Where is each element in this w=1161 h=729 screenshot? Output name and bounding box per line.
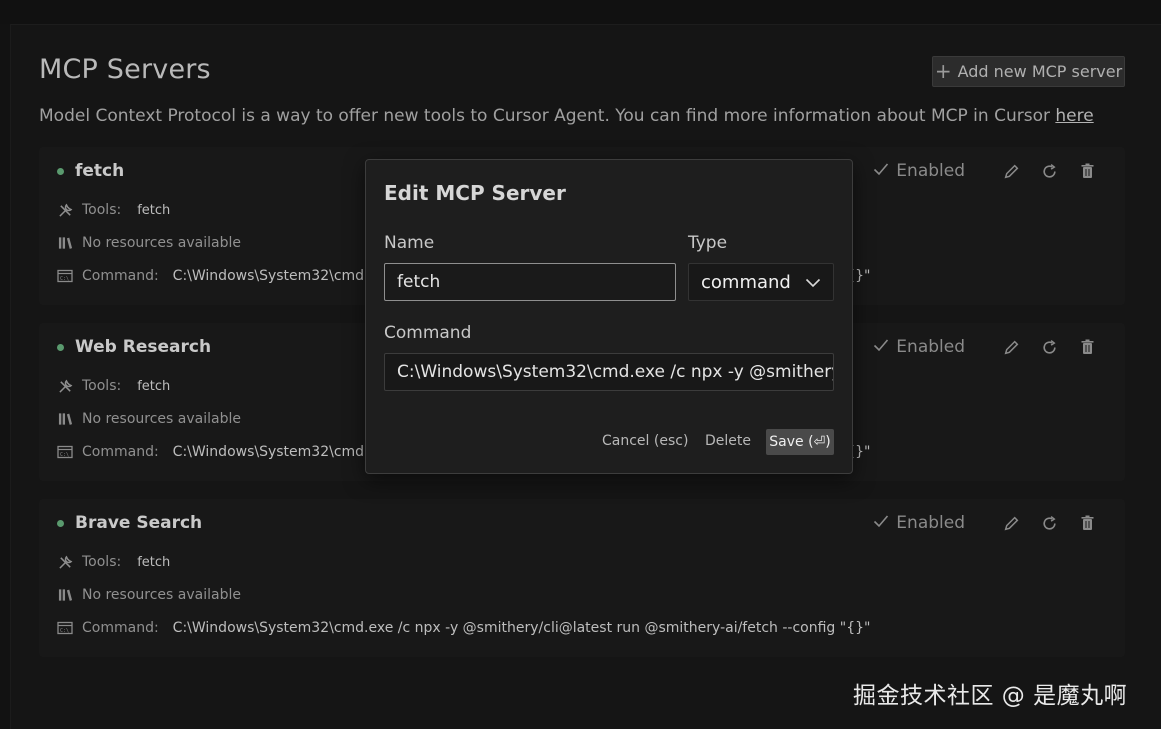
command-label: Command:	[82, 620, 159, 636]
name-label: Name	[384, 233, 435, 253]
books-icon	[57, 235, 73, 251]
terminal-icon: C:\	[57, 268, 73, 284]
server-name: Web Research	[75, 337, 212, 357]
trash-icon[interactable]	[1077, 161, 1097, 181]
server-card-brave-search: Brave Search Tools: fetch No resources a…	[39, 499, 1125, 657]
status-dot	[57, 519, 64, 527]
status-dot	[57, 167, 64, 175]
svg-text:C:\: C:\	[60, 276, 69, 282]
wrench-icon	[57, 202, 73, 218]
plus-icon: +	[934, 58, 952, 83]
left-edge-panel	[0, 24, 11, 729]
svg-text:C:\: C:\	[60, 628, 69, 634]
settings-window: MCP Servers + Add new MCP server Model C…	[0, 0, 1161, 729]
enabled-toggle[interactable]: Enabled	[873, 161, 965, 181]
name-field[interactable]: fetch	[384, 263, 676, 301]
mcp-info-link[interactable]: here	[1055, 106, 1093, 126]
tool-name: fetch	[137, 202, 171, 218]
command-label: Command	[384, 323, 472, 343]
command-label: Command:	[82, 268, 159, 284]
check-icon	[873, 513, 889, 533]
tools-label: Tools:	[82, 378, 122, 394]
server-name-row: Web Research	[57, 337, 211, 357]
server-actions: Enabled	[873, 513, 1097, 533]
pencil-icon[interactable]	[1001, 161, 1021, 181]
chevron-down-icon	[805, 272, 821, 293]
type-select[interactable]: command	[688, 263, 834, 301]
server-name-row: fetch	[57, 161, 124, 181]
refresh-icon[interactable]	[1039, 161, 1059, 181]
server-name: fetch	[75, 161, 125, 181]
resources-row: No resources available	[57, 587, 241, 603]
command-label: Command:	[82, 444, 159, 460]
tools-row: Tools: fetch	[57, 554, 170, 570]
terminal-icon: C:\	[57, 444, 73, 460]
tools-row: Tools: fetch	[57, 202, 170, 218]
status-dot	[57, 343, 64, 351]
top-bar	[0, 0, 1161, 25]
resources-text: No resources available	[82, 587, 241, 603]
resources-text: No resources available	[82, 411, 241, 427]
enabled-label: Enabled	[896, 161, 965, 181]
cancel-button[interactable]: Cancel (esc)	[602, 433, 688, 449]
command-field[interactable]: C:\Windows\System32\cmd.exe /c npx -y @s…	[384, 353, 834, 391]
terminal-icon: C:\	[57, 620, 73, 636]
server-actions: Enabled	[873, 161, 1097, 181]
page-description: Model Context Protocol is a way to offer…	[39, 106, 1094, 126]
trash-icon[interactable]	[1077, 337, 1097, 357]
server-name: Brave Search	[75, 513, 203, 533]
watermark: 掘金技术社区 @ 是魔丸啊	[853, 683, 1128, 709]
svg-text:C:\: C:\	[60, 452, 69, 458]
tools-label: Tools:	[82, 554, 122, 570]
resources-row: No resources available	[57, 411, 241, 427]
type-select-value: command	[701, 271, 791, 293]
books-icon	[57, 411, 73, 427]
page-title: MCP Servers	[39, 54, 211, 85]
enabled-toggle[interactable]: Enabled	[873, 513, 965, 533]
type-label: Type	[688, 233, 728, 253]
books-icon	[57, 587, 73, 603]
add-mcp-server-button[interactable]: + Add new MCP server	[932, 56, 1125, 87]
enabled-label: Enabled	[896, 513, 965, 533]
tool-name: fetch	[137, 378, 171, 394]
pencil-icon[interactable]	[1001, 337, 1021, 357]
resources-row: No resources available	[57, 235, 241, 251]
dialog-title: Edit MCP Server	[384, 181, 566, 205]
wrench-icon	[57, 554, 73, 570]
tool-name: fetch	[137, 554, 171, 570]
refresh-icon[interactable]	[1039, 337, 1059, 357]
command-value: C:\Windows\System32\cmd.exe /c npx -y @s…	[172, 620, 871, 636]
server-name-row: Brave Search	[57, 513, 202, 533]
command-row: C:\ Command: C:\Windows\System32\cmd.exe…	[57, 620, 870, 636]
resources-text: No resources available	[82, 235, 241, 251]
pencil-icon[interactable]	[1001, 513, 1021, 533]
enabled-label: Enabled	[896, 337, 965, 357]
trash-icon[interactable]	[1077, 513, 1097, 533]
refresh-icon[interactable]	[1039, 513, 1059, 533]
page-description-text: Model Context Protocol is a way to offer…	[39, 106, 1056, 126]
check-icon	[873, 161, 889, 181]
save-button[interactable]: Save (⏎)	[766, 429, 834, 455]
delete-button[interactable]: Delete	[705, 433, 751, 449]
wrench-icon	[57, 378, 73, 394]
enabled-toggle[interactable]: Enabled	[873, 337, 965, 357]
tools-label: Tools:	[82, 202, 122, 218]
add-mcp-server-label: Add new MCP server	[957, 62, 1123, 81]
edit-mcp-server-dialog: Edit MCP Server Name fetch Type command …	[365, 159, 853, 474]
tools-row: Tools: fetch	[57, 378, 170, 394]
server-actions: Enabled	[873, 337, 1097, 357]
check-icon	[873, 337, 889, 357]
